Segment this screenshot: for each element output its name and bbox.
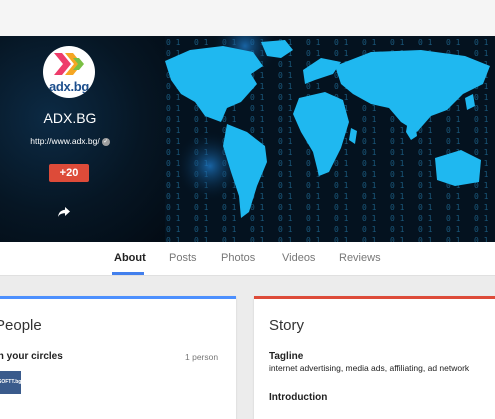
- people-count[interactable]: 1 person: [185, 352, 218, 362]
- circle-member-avatar[interactable]: SOFTT.bg: [0, 371, 21, 394]
- profile-url[interactable]: http://www.adx.bg/: [30, 136, 99, 146]
- tab-reviews[interactable]: Reviews: [339, 252, 381, 264]
- tab-about[interactable]: About: [114, 252, 146, 264]
- profile-url-row: http://www.adx.bg/✓: [0, 136, 140, 146]
- verified-icon: ✓: [101, 137, 110, 146]
- tab-photos[interactable]: Photos: [221, 252, 255, 264]
- tagline-label: Tagline: [269, 351, 304, 362]
- tab-videos[interactable]: Videos: [282, 252, 315, 264]
- people-card-title: People: [0, 317, 42, 334]
- circles-label[interactable]: In your circles: [0, 351, 63, 362]
- introduction-label: Introduction: [269, 392, 328, 403]
- top-bar: [0, 0, 495, 36]
- profile-panel: adx.bg ADX.BG http://www.adx.bg/✓ +20: [0, 36, 165, 242]
- tab-posts[interactable]: Posts: [169, 252, 197, 264]
- share-icon[interactable]: [57, 206, 71, 218]
- story-card: Story Tagline internet advertising, medi…: [254, 296, 495, 419]
- profile-name: ADX.BG: [43, 110, 97, 126]
- people-card: People In your circles 1 person SOFTT.bg: [0, 296, 236, 419]
- active-tab-indicator: [112, 272, 144, 275]
- tab-bar: About Posts Photos Videos Reviews: [0, 242, 495, 276]
- cover-banner: adx.bg ADX.BG http://www.adx.bg/✓ +20 0 …: [0, 36, 495, 242]
- logo-text: adx.bg: [48, 79, 90, 94]
- profile-logo[interactable]: adx.bg: [43, 46, 95, 98]
- cover-world-map: 0 1: [165, 36, 495, 242]
- story-card-title: Story: [269, 317, 305, 334]
- plus-one-button[interactable]: +20: [49, 164, 89, 182]
- tagline-text: internet advertising, media ads, affilia…: [269, 363, 470, 373]
